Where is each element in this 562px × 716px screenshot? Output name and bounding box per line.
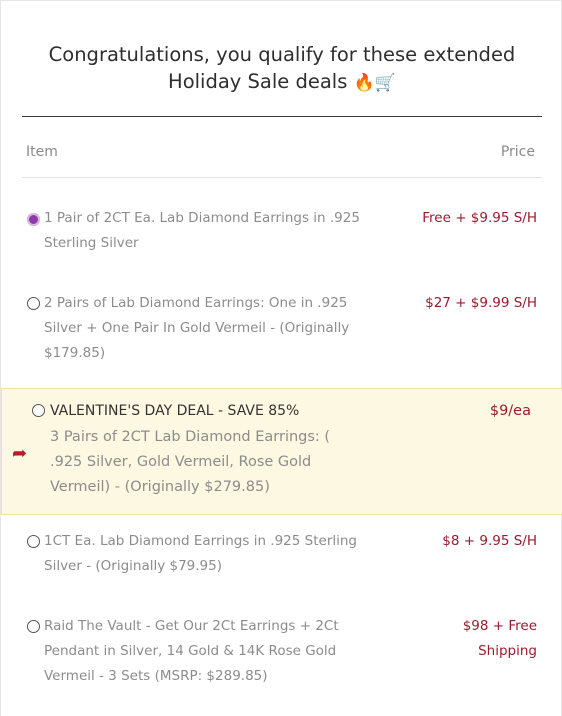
title-line-2-text: Holiday Sale deals: [168, 70, 348, 93]
offer-5-description: Raid The Vault - Get Our 2Ct Earrings + …: [44, 614, 339, 689]
offer-5-line-1: Raid The Vault - Get Our 2Ct Earrings + …: [44, 618, 339, 634]
offer-4-line-1: 1CT Ea. Lab Diamond Earrings in .925 Ste…: [44, 533, 357, 549]
offer-5-price: $98 + Free Shipping: [463, 614, 537, 664]
offer-1-price: Free + $9.95 S/H: [422, 210, 537, 226]
offer-row-3-featured[interactable]: VALENTINE'S DAY DEAL - SAVE 85% $9/ea ➦ …: [1, 388, 562, 515]
offer-5-line-2: Pendant in Silver, 14 Gold & 14K Rose Go…: [44, 643, 337, 659]
offer-3-line-2: .925 Silver, Gold Vermeil, Rose Gold: [50, 454, 312, 470]
offer-1-line-2: Sterling Silver: [44, 235, 139, 251]
offer-radio-5[interactable]: [27, 620, 40, 633]
offer-row-5[interactable]: Raid The Vault - Get Our 2Ct Earrings + …: [1, 614, 562, 694]
offer-radio-4[interactable]: [27, 535, 40, 548]
offer-3-line-3: Vermeil) - (Originally $279.85): [50, 479, 270, 495]
offer-radio-2[interactable]: [27, 297, 40, 310]
offer-2-line-1: 2 Pairs of Lab Diamond Earrings: One in …: [44, 295, 348, 311]
offer-2-price: $27 + $9.99 S/H: [425, 295, 537, 311]
offer-3-description: 3 Pairs of 2CT Lab Diamond Earrings: ( .…: [50, 425, 330, 500]
title-divider: [22, 116, 542, 117]
pointer-arrow-icon: ➦: [12, 443, 28, 464]
page-title: Congratulations, you qualify for these e…: [21, 41, 543, 97]
offer-radio-1[interactable]: [27, 213, 40, 226]
column-header-price: Price: [500, 144, 535, 160]
column-header-item: Item: [26, 144, 58, 160]
offer-2-description: 2 Pairs of Lab Diamond Earrings: One in …: [44, 291, 349, 366]
offer-row-4[interactable]: 1CT Ea. Lab Diamond Earrings in .925 Ste…: [1, 529, 562, 589]
offer-5-price-line-2: Shipping: [478, 643, 537, 659]
offer-3-price: $9/ea: [489, 403, 531, 419]
offer-radio-3[interactable]: [32, 404, 45, 417]
offer-row-1[interactable]: 1 Pair of 2CT Ea. Lab Diamond Earrings i…: [1, 206, 562, 266]
header-divider: [22, 177, 542, 178]
offer-5-line-3: Vermeil - 3 Sets (MSRP: $289.85): [44, 668, 268, 684]
offer-4-description: 1CT Ea. Lab Diamond Earrings in .925 Ste…: [44, 529, 357, 579]
fire-cart-icon: 🔥🛒: [353, 73, 396, 93]
offer-1-description: 1 Pair of 2CT Ea. Lab Diamond Earrings i…: [44, 206, 360, 256]
title-line-1: Congratulations, you qualify for these e…: [48, 43, 516, 66]
offer-1-line-1: 1 Pair of 2CT Ea. Lab Diamond Earrings i…: [44, 210, 360, 226]
offer-2-line-2: Silver + One Pair In Gold Vermeil - (Ori…: [44, 320, 350, 336]
offer-4-price: $8 + 9.95 S/H: [442, 533, 537, 549]
offer-3-headline: VALENTINE'S DAY DEAL - SAVE 85%: [50, 403, 300, 419]
title-line-2: Holiday Sale deals 🔥🛒: [21, 68, 543, 97]
offer-panel: Congratulations, you qualify for these e…: [0, 0, 562, 716]
offer-5-price-line-1: $98 + Free: [462, 618, 537, 634]
offer-3-line-1: 3 Pairs of 2CT Lab Diamond Earrings: (: [50, 429, 331, 445]
offer-row-2[interactable]: 2 Pairs of Lab Diamond Earrings: One in …: [1, 291, 562, 371]
offer-4-line-2: Silver - (Originally $79.95): [44, 558, 222, 574]
offer-2-line-3: $179.85): [44, 345, 106, 361]
